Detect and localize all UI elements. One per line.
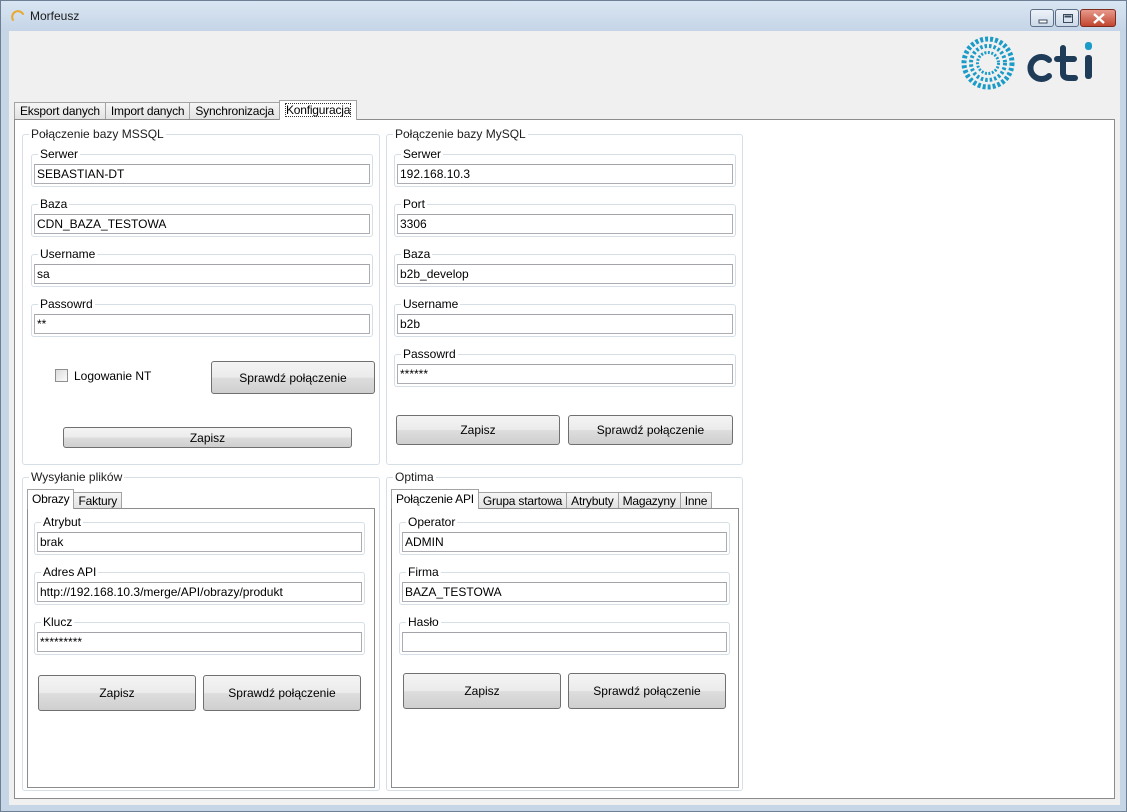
- tab-inne[interactable]: Inne: [679, 492, 713, 509]
- tab-faktury[interactable]: Faktury: [73, 492, 123, 509]
- mssql-user-input[interactable]: sa: [34, 264, 370, 284]
- mssql-db-input[interactable]: CDN_BAZA_TESTOWA: [34, 214, 370, 234]
- client-area: Eksport danych Import danych Synchroniza…: [9, 31, 1120, 805]
- optima-group: Optima Połączenie API Grupa startowa Atr…: [386, 470, 743, 791]
- optima-company-input[interactable]: BAZA_TESTOWA: [402, 582, 727, 602]
- tab-konfiguracja-label: Konfiguracja: [284, 103, 352, 117]
- minimize-button[interactable]: [1030, 9, 1054, 27]
- optima-test-button[interactable]: Sprawdź połączenie: [568, 673, 726, 709]
- optima-operator-box: Operator ADMIN: [399, 515, 730, 555]
- mysql-pass-box: Passowrd ******: [394, 347, 736, 387]
- close-icon: [1093, 13, 1105, 24]
- optima-company-box: Firma BAZA_TESTOWA: [399, 565, 730, 605]
- mssql-group: Połączenie bazy MSSQL Serwer SEBASTIAN-D…: [22, 127, 380, 465]
- mssql-pass-label: Passowrd: [38, 297, 95, 311]
- close-button[interactable]: [1080, 9, 1116, 27]
- files-api-box: Adres API http://192.168.10.3/merge/API/…: [34, 565, 365, 605]
- files-test-button[interactable]: Sprawdź połączenie: [203, 675, 361, 711]
- title-bar[interactable]: Morfeusz: [1, 1, 1126, 31]
- mysql-server-box: Serwer 192.168.10.3: [394, 147, 736, 187]
- mysql-pass-label: Passowrd: [401, 347, 458, 361]
- mysql-user-input[interactable]: b2b: [397, 314, 733, 334]
- optima-group-title: Optima: [393, 470, 436, 484]
- mssql-user-label: Username: [38, 247, 98, 261]
- tab-magazyny[interactable]: Magazyny: [617, 492, 681, 509]
- mssql-db-label: Baza: [38, 197, 70, 211]
- mssql-server-label: Serwer: [38, 147, 81, 161]
- mssql-db-box: Baza CDN_BAZA_TESTOWA: [31, 197, 373, 237]
- mysql-pass-input[interactable]: ******: [397, 364, 733, 384]
- app-spinner-icon: [11, 10, 24, 21]
- tab-polaczenie-api[interactable]: Połączenie API: [391, 489, 479, 509]
- tab-synchronizacja[interactable]: Synchronizacja: [189, 102, 280, 120]
- mysql-group-title: Połączenie bazy MySQL: [393, 127, 528, 141]
- obrazy-page: Atrybut brak Adres API http://192.168.10…: [27, 508, 375, 788]
- tab-atrybuty[interactable]: Atrybuty: [566, 492, 619, 509]
- mysql-db-label: Baza: [401, 247, 433, 261]
- logowanie-nt-checkbox[interactable]: [55, 369, 68, 382]
- app-window: Morfeusz Eksport danych Import danych Sy…: [0, 0, 1127, 812]
- cti-logo: [961, 36, 1092, 90]
- tab-import-danych[interactable]: Import danych: [104, 102, 191, 120]
- files-api-input[interactable]: http://192.168.10.3/merge/API/obrazy/pro…: [37, 582, 362, 602]
- files-group-title: Wysyłanie plików: [29, 470, 125, 484]
- main-tabs: Eksport danych Import danych Synchroniza…: [14, 100, 358, 120]
- optima-password-box: Hasło: [399, 615, 730, 655]
- mssql-pass-box: Passowrd **: [31, 297, 373, 337]
- mssql-pass-input[interactable]: **: [34, 314, 370, 334]
- files-api-label: Adres API: [41, 565, 99, 579]
- mysql-user-box: Username b2b: [394, 297, 736, 337]
- polaczenie-api-page: Operator ADMIN Firma BAZA_TESTOWA Hasło …: [391, 508, 739, 788]
- mssql-server-box: Serwer SEBASTIAN-DT: [31, 147, 373, 187]
- optima-company-label: Firma: [406, 565, 441, 579]
- files-attr-input[interactable]: brak: [37, 532, 362, 552]
- mysql-db-box: Baza b2b_develop: [394, 247, 736, 287]
- optima-operator-label: Operator: [406, 515, 458, 529]
- mysql-db-input[interactable]: b2b_develop: [397, 264, 733, 284]
- mysql-user-label: Username: [401, 297, 461, 311]
- mssql-server-input[interactable]: SEBASTIAN-DT: [34, 164, 370, 184]
- konfiguracja-page: Połączenie bazy MSSQL Serwer SEBASTIAN-D…: [14, 119, 1115, 799]
- tab-konfiguracja[interactable]: Konfiguracja: [278, 100, 358, 120]
- maximize-button[interactable]: [1055, 9, 1079, 27]
- optima-tabs: Połączenie API Grupa startowa Atrybuty M…: [391, 489, 713, 509]
- files-key-input[interactable]: *********: [37, 632, 362, 652]
- mssql-user-box: Username sa: [31, 247, 373, 287]
- mysql-port-input[interactable]: 3306: [397, 214, 733, 234]
- tab-eksport-danych[interactable]: Eksport danych: [14, 102, 106, 120]
- tab-obrazy[interactable]: Obrazy: [27, 489, 75, 509]
- files-key-box: Klucz *********: [34, 615, 365, 655]
- tab-grupa-startowa[interactable]: Grupa startowa: [477, 492, 568, 509]
- logowanie-nt-label[interactable]: Logowanie NT: [74, 369, 151, 383]
- mysql-group: Połączenie bazy MySQL Serwer 192.168.10.…: [386, 127, 743, 465]
- files-attr-box: Atrybut brak: [34, 515, 365, 555]
- optima-password-input[interactable]: [402, 632, 727, 652]
- files-save-button[interactable]: Zapisz: [38, 675, 196, 711]
- mssql-test-button[interactable]: Sprawdź połączenie: [211, 361, 375, 394]
- mysql-save-button[interactable]: Zapisz: [396, 415, 560, 445]
- files-key-label: Klucz: [41, 615, 75, 629]
- mysql-server-input[interactable]: 192.168.10.3: [397, 164, 733, 184]
- mysql-test-button[interactable]: Sprawdź połączenie: [568, 415, 733, 445]
- window-title: Morfeusz: [30, 9, 80, 23]
- optima-operator-input[interactable]: ADMIN: [402, 532, 727, 552]
- minimize-icon: [1038, 19, 1048, 24]
- files-attr-label: Atrybut: [41, 515, 84, 529]
- mssql-group-title: Połączenie bazy MSSQL: [29, 127, 166, 141]
- mysql-port-box: Port 3306: [394, 197, 736, 237]
- optima-password-label: Hasło: [406, 615, 441, 629]
- mysql-server-label: Serwer: [401, 147, 444, 161]
- mysql-port-label: Port: [401, 197, 428, 211]
- mssql-save-button[interactable]: Zapisz: [63, 427, 352, 448]
- window-controls: [1029, 9, 1116, 27]
- optima-save-button[interactable]: Zapisz: [403, 673, 561, 709]
- files-group: Wysyłanie plików Obrazy Faktury Atrybut …: [22, 470, 380, 791]
- maximize-icon: [1063, 14, 1073, 23]
- files-tabs: Obrazy Faktury: [27, 489, 123, 509]
